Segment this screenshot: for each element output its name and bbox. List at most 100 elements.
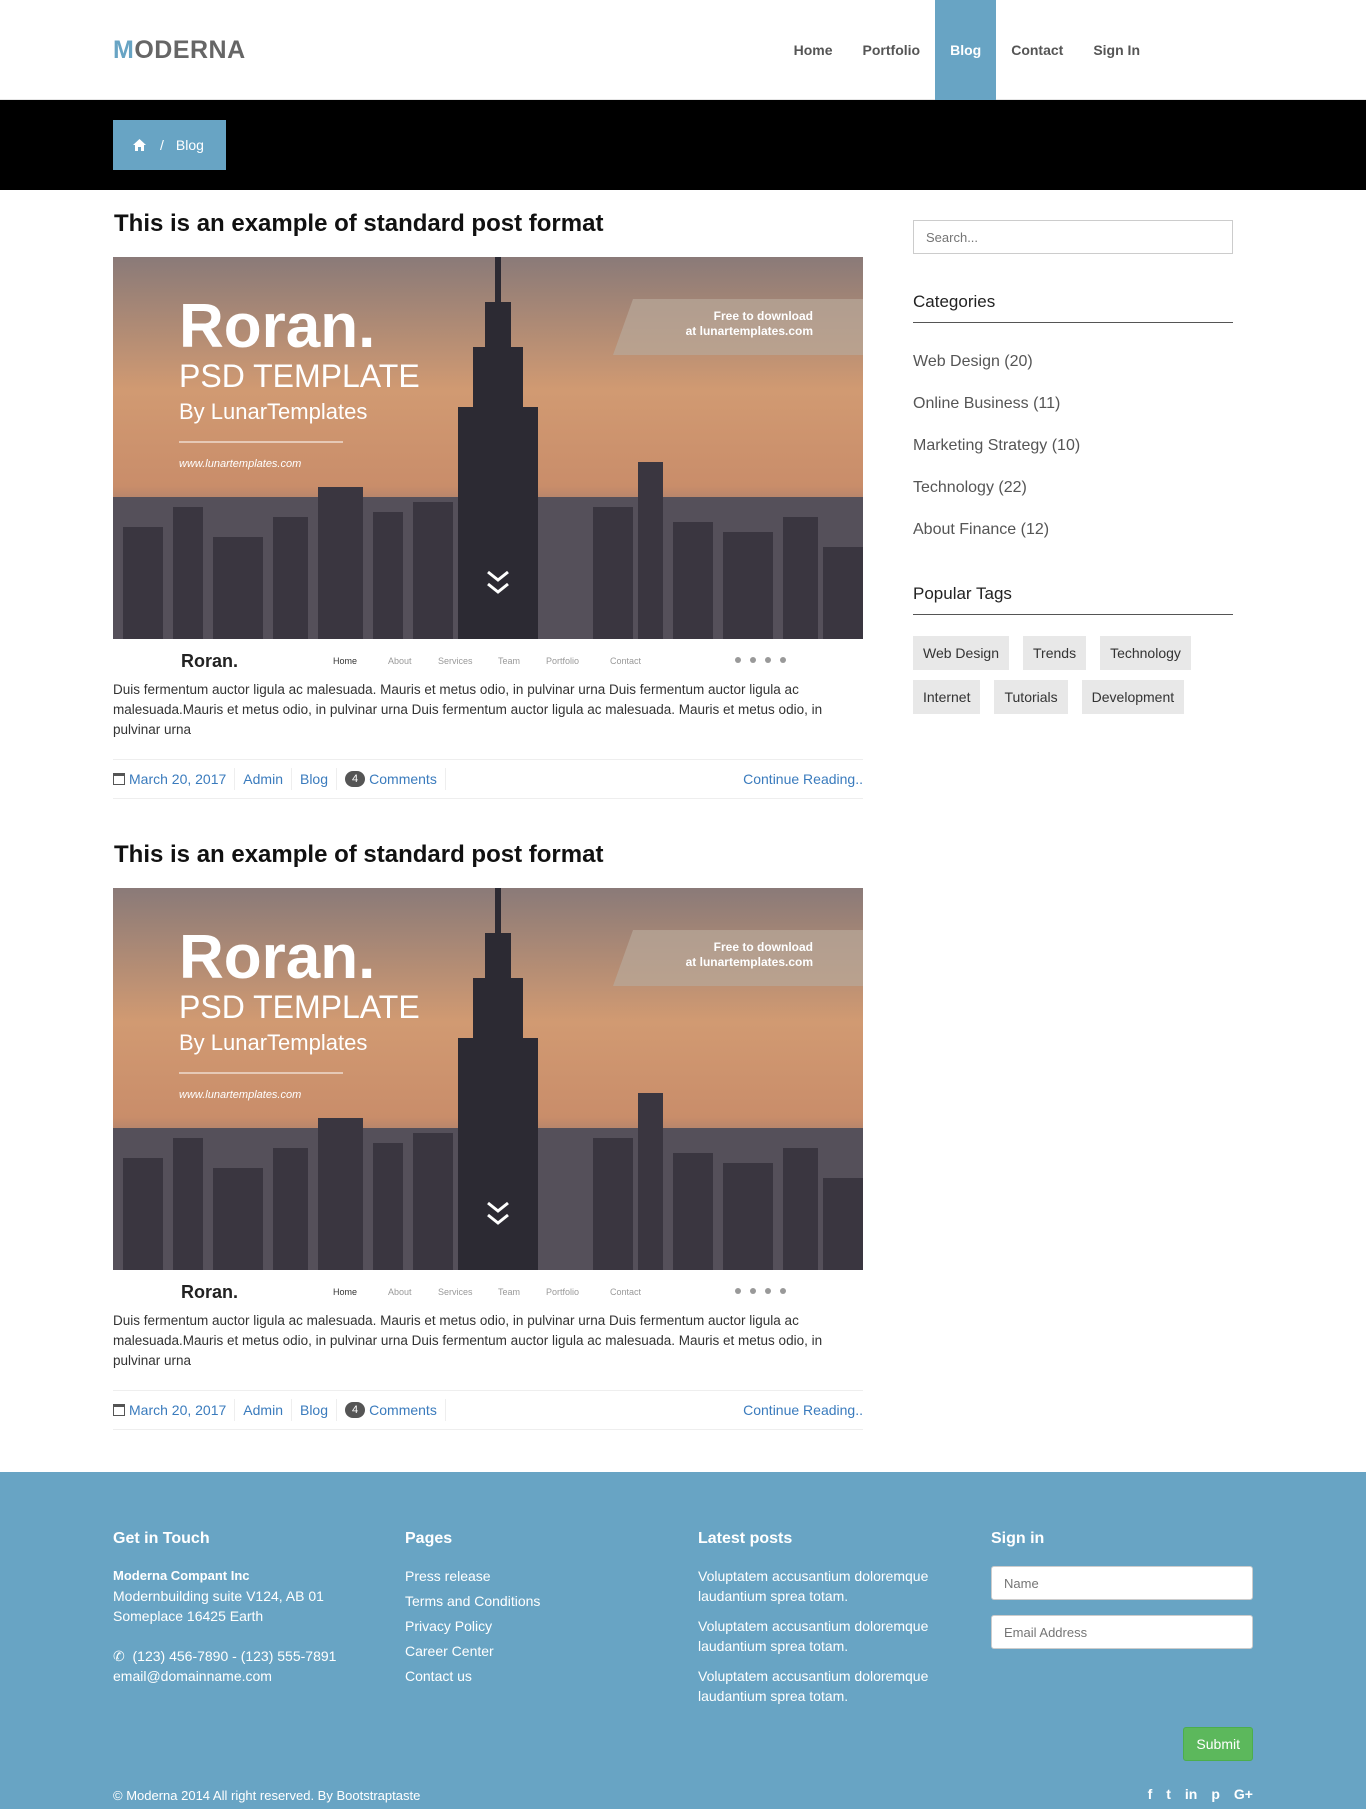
post-date-text: March 20, 2017 xyxy=(129,1402,227,1418)
post-title[interactable]: This is an example of standard post form… xyxy=(114,841,603,869)
tag[interactable]: Technology xyxy=(1100,636,1191,670)
breadcrumb-separator: / xyxy=(160,137,164,153)
post-date[interactable]: March 20, 2017 xyxy=(113,1399,236,1421)
ribbon-line-1: Free to download xyxy=(714,940,813,954)
image-subhead: PSD TEMPLATE xyxy=(179,989,420,1025)
company-name: Moderna Compant Inc xyxy=(113,1568,250,1583)
latest-post-link[interactable]: Voluptatem accusantium doloremque laudan… xyxy=(698,1616,948,1656)
main-content: This is an example of standard post form… xyxy=(0,190,1366,1472)
footer-latest-posts: Latest posts Voluptatem accusantium dolo… xyxy=(698,1530,948,1716)
social-links: f t in p G+ xyxy=(1148,1786,1253,1802)
footer-signin-title: Sign in xyxy=(991,1530,1045,1547)
category-link[interactable]: Technology (22) xyxy=(913,479,1080,521)
phone-number: (123) 456-7890 - (123) 555-7891 xyxy=(132,1648,337,1664)
site-header: MODERNA Home Portfolio Blog Contact Sign… xyxy=(0,0,1366,100)
submit-button[interactable]: Submit xyxy=(1183,1727,1253,1761)
footer-signin: Sign in Submit xyxy=(991,1530,1253,1770)
google-plus-icon[interactable]: G+ xyxy=(1234,1786,1253,1802)
tag[interactable]: Development xyxy=(1081,680,1185,714)
post-title[interactable]: This is an example of standard post form… xyxy=(114,210,603,238)
post-meta: March 20, 2017 Admin Blog 4 Comments Cont… xyxy=(113,759,863,799)
tag[interactable]: Web Design xyxy=(913,636,1010,670)
post-author[interactable]: Admin xyxy=(235,768,292,790)
tag[interactable]: Internet xyxy=(913,680,981,714)
image-nav-item: Team xyxy=(498,656,520,666)
post-date[interactable]: March 20, 2017 xyxy=(113,768,236,790)
image-nav-item: About xyxy=(388,1287,412,1297)
ribbon-line-2: at lunartemplates.com xyxy=(686,955,813,969)
main-nav: Home Portfolio Blog Contact Sign In xyxy=(779,0,1155,100)
breadcrumb-band: / Blog xyxy=(0,100,1366,190)
pinterest-icon[interactable]: p xyxy=(1211,1786,1220,1802)
image-nav-item: Portfolio xyxy=(546,656,579,666)
image-byline: By LunarTemplates xyxy=(179,1030,367,1055)
categories-title: Categories xyxy=(913,292,1233,323)
image-nav-brand: Roran. xyxy=(181,1282,238,1302)
image-nav-item: Contact xyxy=(610,1287,642,1297)
image-nav-item: Contact xyxy=(610,656,642,666)
name-field[interactable] xyxy=(991,1566,1253,1600)
footer-page-link[interactable]: Terms and Conditions xyxy=(405,1591,655,1611)
phone-icon: ✆ xyxy=(113,1648,133,1664)
email-address[interactable]: email@domainname.com xyxy=(113,1666,373,1686)
nav-contact[interactable]: Contact xyxy=(996,0,1078,100)
calendar-icon xyxy=(113,773,125,785)
facebook-icon[interactable]: f xyxy=(1148,1786,1153,1802)
image-nav-item: Services xyxy=(438,1287,473,1297)
post-comments[interactable]: 4 Comments xyxy=(337,1399,446,1421)
breadcrumb-current: Blog xyxy=(175,137,204,153)
site-logo[interactable]: MODERNA xyxy=(113,36,246,65)
image-url: www.lunartemplates.com xyxy=(179,1089,301,1101)
post-image-graphic: Free to download at lunartemplates.com R… xyxy=(113,888,863,1308)
calendar-icon xyxy=(113,1404,125,1416)
image-url: www.lunartemplates.com xyxy=(179,458,301,470)
post-excerpt: Duis fermentum auctor ligula ac malesuad… xyxy=(113,682,823,737)
tag[interactable]: Tutorials xyxy=(994,680,1068,714)
post-author[interactable]: Admin xyxy=(235,1399,292,1421)
nav-home[interactable]: Home xyxy=(779,0,848,100)
ribbon-line-1: Free to download xyxy=(714,309,813,323)
image-nav-brand: Roran. xyxy=(181,651,238,671)
footer-page-link[interactable]: Privacy Policy xyxy=(405,1616,655,1636)
footer-page-link[interactable]: Press release xyxy=(405,1566,655,1586)
comments-label: Comments xyxy=(369,1402,437,1418)
image-nav-item: Services xyxy=(438,656,473,666)
search-input[interactable] xyxy=(913,220,1233,254)
email-field[interactable] xyxy=(991,1615,1253,1649)
category-link[interactable]: Marketing Strategy (10) xyxy=(913,437,1080,479)
latest-post-link[interactable]: Voluptatem accusantium doloremque laudan… xyxy=(698,1666,948,1706)
footer-contact: Get in Touch Moderna Compant Inc Modernb… xyxy=(113,1530,373,1686)
post-excerpt: Duis fermentum auctor ligula ac malesuad… xyxy=(113,1313,823,1368)
nav-blog[interactable]: Blog xyxy=(935,0,997,100)
category-link[interactable]: Online Business (11) xyxy=(913,395,1080,437)
post-image: Free to download at lunartemplates.com R… xyxy=(113,888,863,1308)
nav-portfolio[interactable]: Portfolio xyxy=(848,0,936,100)
category-link[interactable]: About Finance (12) xyxy=(913,521,1080,563)
posts-column: This is an example of standard post form… xyxy=(113,190,863,1452)
image-nav-item: Portfolio xyxy=(546,1287,579,1297)
category-link[interactable]: Web Design (20) xyxy=(913,353,1080,395)
continue-reading-link[interactable]: Continue Reading.. xyxy=(743,1402,863,1418)
phone-row: ✆ (123) 456-7890 - (123) 555-7891 xyxy=(113,1646,373,1666)
image-nav-item: Home xyxy=(333,1287,357,1297)
post-image: Free to download at lunartemplates.com R… xyxy=(113,257,863,677)
post-category[interactable]: Blog xyxy=(292,1399,338,1421)
footer-page-link[interactable]: Career Center xyxy=(405,1641,655,1661)
address-line-2: Someplace 16425 Earth xyxy=(113,1608,264,1624)
tag[interactable]: Trends xyxy=(1023,636,1087,670)
post-comments[interactable]: 4 Comments xyxy=(337,768,446,790)
nav-signin[interactable]: Sign In xyxy=(1078,0,1155,100)
image-headline: Roran. xyxy=(179,923,375,992)
post-category[interactable]: Blog xyxy=(292,768,338,790)
breadcrumb: / Blog xyxy=(113,120,226,170)
image-subhead: PSD TEMPLATE xyxy=(179,358,420,394)
home-icon[interactable] xyxy=(133,139,146,151)
comment-count-badge: 4 xyxy=(345,771,366,787)
twitter-icon[interactable]: t xyxy=(1166,1786,1171,1802)
linkedin-icon[interactable]: in xyxy=(1185,1786,1197,1802)
image-nav-item: Home xyxy=(333,656,357,666)
latest-post-link[interactable]: Voluptatem accusantium doloremque laudan… xyxy=(698,1566,948,1606)
footer-page-link[interactable]: Contact us xyxy=(405,1666,655,1686)
continue-reading-link[interactable]: Continue Reading.. xyxy=(743,771,863,787)
categories-list: Web Design (20) Online Business (11) Mar… xyxy=(913,353,1080,563)
